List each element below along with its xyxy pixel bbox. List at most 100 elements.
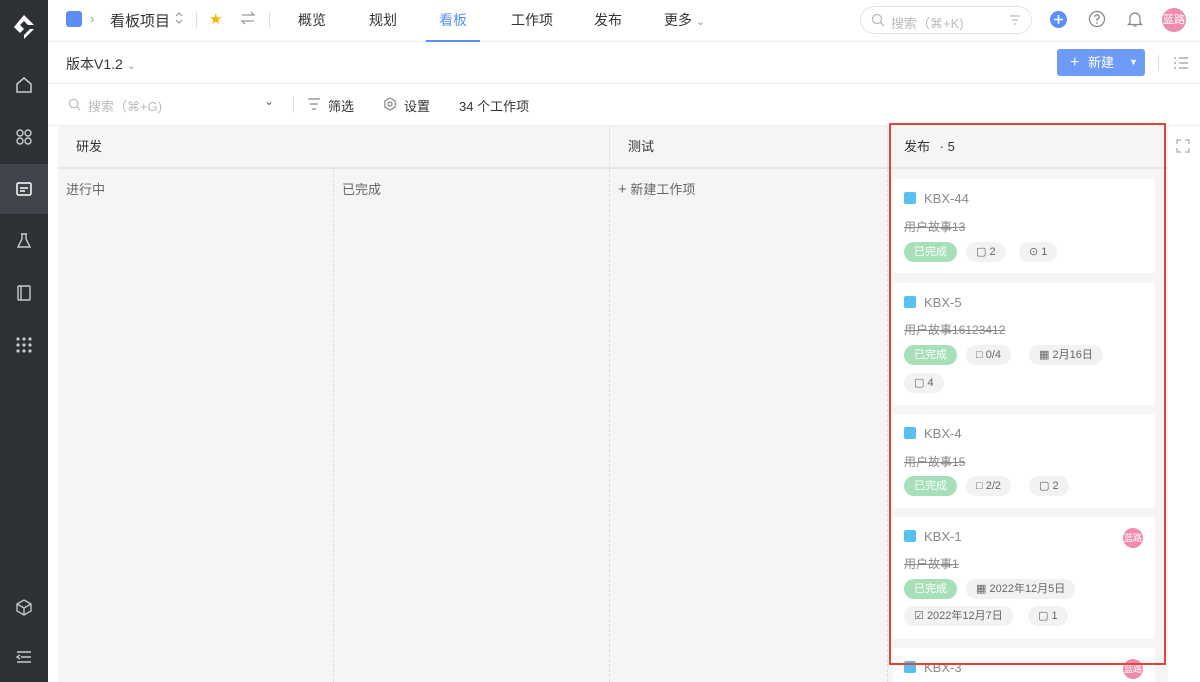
global-search-placeholder: 搜索（⌘+K) (891, 16, 964, 31)
tab-more-label: 更多 (664, 12, 692, 28)
new-button-label: 新建 (1088, 55, 1115, 70)
column-header-release[interactable]: 发布 · 5 (888, 126, 1168, 168)
filter-icon[interactable] (1009, 14, 1021, 26)
chevron-down-icon: ⌄ (126, 60, 136, 72)
attachments-count: 1 (1041, 246, 1048, 258)
apps-grid-icon[interactable] (0, 112, 48, 162)
card-key: KBX-4 (924, 426, 962, 441)
project-type-icon (66, 11, 82, 27)
tab-planning[interactable]: 规划 (369, 0, 397, 42)
lane-test[interactable]: + 新建工作项 (610, 169, 888, 682)
work-item-card[interactable]: KBX-44 用户故事13 已完成 ▢ 2 ⊙ 1 (893, 179, 1155, 273)
work-item-card[interactable]: KBX-1 蓝路 用户故事1 已完成 ▦ 2022年12月5日 ☑ 2022年1… (893, 517, 1155, 639)
package-icon[interactable] (0, 582, 48, 632)
calendar-icon: ▦ (1039, 349, 1050, 361)
filter-bar: 搜索（⌘+G) ⌄ 筛选 设置 34 个工作项 (48, 84, 1200, 126)
end-date-value: 2022年12月7日 (926, 610, 1003, 622)
work-item-card[interactable]: KBX-4 用户故事15 已完成 □ 2/2 ▢ 2 (893, 414, 1155, 508)
comments-badge: ▢ 4 (904, 373, 944, 393)
column-title: 测试 (628, 139, 655, 154)
status-badge[interactable]: 已完成 (904, 579, 957, 599)
project-icon[interactable] (0, 164, 48, 214)
tab-board[interactable]: 看板 (426, 0, 480, 42)
search-icon (68, 98, 81, 111)
subtasks-value: 2/2 (985, 480, 1002, 492)
card-title: 用户故事16123412 (904, 323, 1006, 337)
work-item-card[interactable]: KBX-5 用户故事16123412 已完成 □ 0/4 ▦ 2月16日 ▢ 4 (893, 283, 1155, 405)
filter-button[interactable]: 筛选 (328, 96, 354, 115)
new-button[interactable]: + 新建 ▼ (1057, 49, 1145, 76)
card-key: KBX-44 (924, 191, 969, 206)
subtask-icon: □ (976, 480, 983, 492)
work-item-card[interactable]: KBX-3 蓝路 (893, 648, 1155, 682)
work-item-count: 34 个工作项 (459, 99, 530, 114)
column-header-test[interactable]: 测试 (610, 126, 888, 168)
lane-done[interactable]: 已完成 (334, 169, 610, 682)
comments-count: 2 (1052, 480, 1059, 492)
story-icon (904, 661, 916, 673)
app-logo-icon[interactable] (9, 12, 39, 42)
story-icon (904, 530, 916, 542)
favorite-star-icon[interactable]: ★ (209, 10, 222, 28)
due-date-badge: ▦ 2月16日 (1029, 345, 1103, 365)
comments-badge: ▢ 2 (966, 242, 1006, 262)
filter-icon (308, 98, 320, 110)
status-badge[interactable]: 已完成 (904, 476, 957, 496)
swap-arrows-icon[interactable] (240, 11, 256, 28)
version-selector[interactable]: 版本V1.2 ⌄ (66, 54, 136, 74)
card-title: 用户故事1 (904, 557, 959, 571)
checkbox-calendar-icon: ☑ (914, 610, 924, 622)
chevron-down-icon: ⌄ (695, 16, 706, 28)
column-count: · 5 (939, 139, 955, 154)
project-name[interactable]: 看板项目 (110, 10, 170, 31)
card-key: KBX-1 (924, 529, 962, 544)
comments-count: 4 (927, 377, 934, 389)
story-icon (904, 192, 916, 204)
card-key: KBX-5 (924, 295, 962, 310)
settings-button[interactable]: 设置 (404, 96, 430, 115)
wiki-book-icon[interactable] (0, 268, 48, 318)
status-badge[interactable]: 已完成 (904, 242, 957, 262)
test-flask-icon[interactable] (0, 216, 48, 266)
tab-work-items[interactable]: 工作项 (511, 0, 553, 42)
due-date-value: 2月16日 (1052, 349, 1093, 361)
tab-more[interactable]: 更多 ⌄ (664, 0, 705, 42)
breadcrumb-chevron-icon: › (90, 11, 95, 26)
add-work-item-button[interactable]: + 新建工作项 (618, 179, 695, 198)
board-search-input[interactable]: 搜索（⌘+G) (88, 96, 162, 115)
paperclip-icon: ⊙ (1029, 246, 1039, 258)
lane-label: 已完成 (342, 182, 382, 197)
collapse-sidebar-icon[interactable] (0, 632, 48, 682)
version-label: 版本V1.2 (66, 56, 123, 72)
start-date-badge: ▦ 2022年12月5日 (966, 579, 1076, 599)
comments-count: 2 (989, 246, 996, 258)
comment-icon: ▢ (976, 246, 987, 258)
plus-icon: + (618, 181, 627, 198)
story-icon (904, 427, 916, 439)
column-header-dev[interactable]: 研发 (58, 126, 610, 168)
comments-badge: ▢ 2 (1029, 476, 1069, 496)
quick-create-icon[interactable] (1050, 11, 1067, 28)
help-icon[interactable] (1088, 10, 1106, 28)
home-icon[interactable] (0, 60, 48, 110)
tab-release[interactable]: 发布 (594, 0, 622, 42)
chevron-down-icon[interactable]: ⌄ (264, 94, 274, 108)
calendar-icon: ▦ (976, 583, 987, 595)
assignee-avatar[interactable]: 蓝路 (1123, 659, 1143, 679)
left-rail (0, 0, 48, 682)
kanban-board: 研发 测试 发布 · 5 进行中 已完成 + 新建工作项 KBX-44 用户故事… (58, 126, 1168, 682)
story-icon (904, 296, 916, 308)
plus-icon: + (1070, 54, 1080, 71)
status-badge[interactable]: 已完成 (904, 345, 957, 365)
project-switch-icon[interactable] (174, 11, 184, 28)
lane-in-progress[interactable]: 进行中 (58, 169, 334, 682)
more-apps-icon[interactable] (0, 320, 48, 370)
notification-bell-icon[interactable] (1127, 10, 1143, 28)
global-search-input[interactable]: 搜索（⌘+K) (860, 6, 1032, 34)
assignee-avatar[interactable]: 蓝路 (1123, 528, 1143, 548)
tab-overview[interactable]: 概览 (298, 0, 326, 42)
list-view-icon[interactable] (1173, 56, 1189, 70)
fullscreen-expand-icon[interactable] (1176, 139, 1190, 153)
card-title: 用户故事13 (904, 220, 966, 234)
user-avatar[interactable]: 蓝路 (1162, 8, 1186, 32)
